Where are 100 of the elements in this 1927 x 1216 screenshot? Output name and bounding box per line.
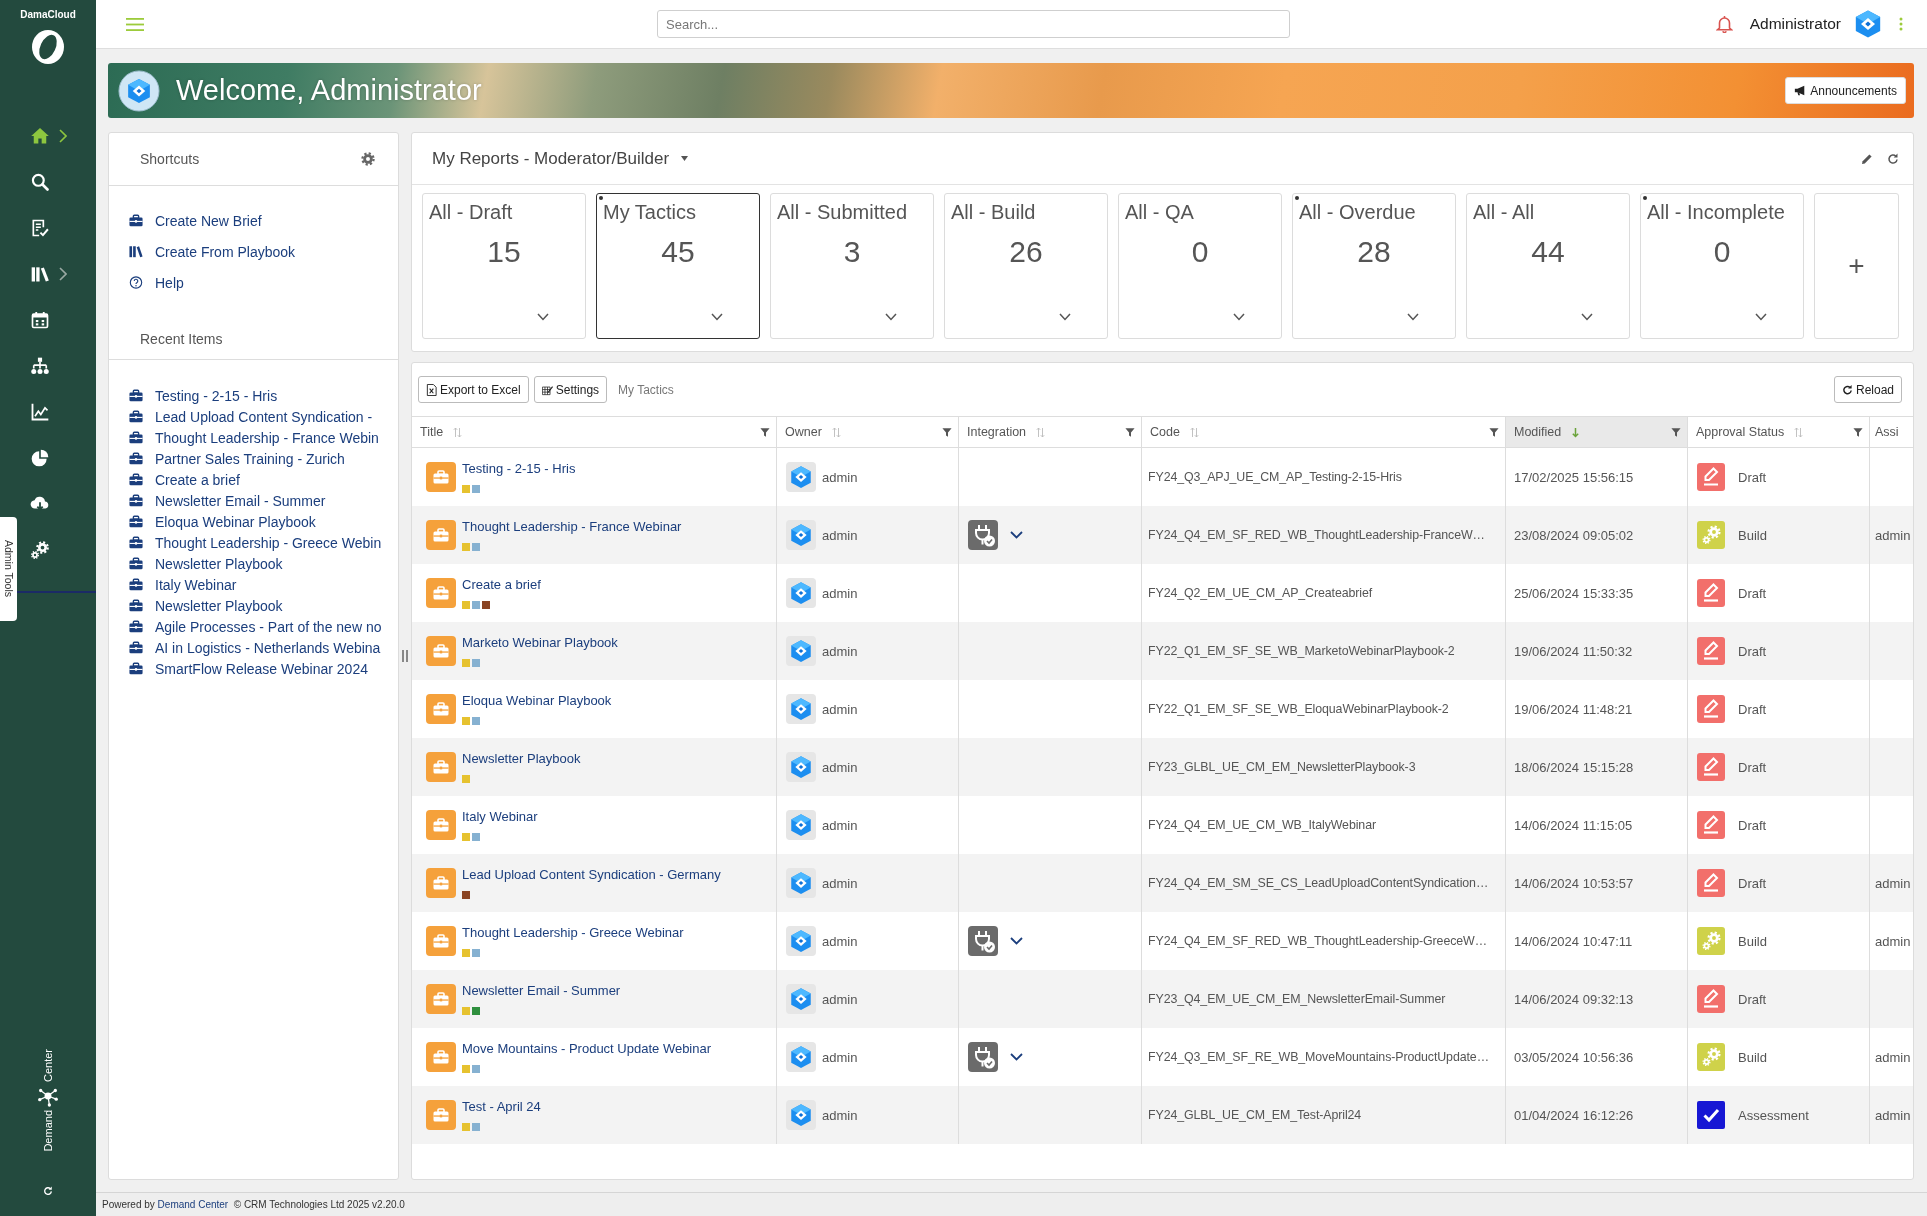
report-group-title[interactable]: My Reports - Moderator/Builder	[432, 148, 670, 169]
recent-item-link[interactable]: Newsletter Playbook	[155, 597, 283, 614]
tactic-title-link[interactable]: Lead Upload Content Syndication - Germany	[462, 867, 721, 883]
refresh-icon[interactable]	[1887, 152, 1899, 165]
caret-down-icon[interactable]	[681, 156, 689, 161]
chevron-down-icon[interactable]	[1407, 313, 1419, 321]
settings-button[interactable]: Settings	[533, 376, 608, 403]
search-field[interactable]: Search...	[657, 10, 1290, 38]
notification-bell-icon[interactable]	[1715, 15, 1733, 33]
tactic-title-link[interactable]: Move Mountains - Product Update Webinar	[462, 1041, 712, 1057]
filter-icon[interactable]	[1125, 426, 1135, 438]
tactic-title-link[interactable]: Newsletter Email - Summer	[462, 983, 621, 999]
table-row[interactable]: Marketo Webinar Playbook admin FY22_Q1_EM_SF_SE_WB_MarketoWebinarPlaybook-2 19/06/2024 11:50:32 Draft	[412, 622, 1913, 680]
user-avatar-icon[interactable]	[1853, 9, 1883, 39]
tactic-title-link[interactable]: Newsletter Playbook	[462, 751, 581, 767]
search-icon[interactable]	[30, 172, 50, 192]
tactic-title-link[interactable]: Eloqua Webinar Playbook	[462, 693, 612, 709]
column-header[interactable]: Modified	[1514, 425, 1562, 439]
chevron-down-icon[interactable]	[1755, 313, 1767, 321]
add-tile-button[interactable]: +	[1814, 193, 1899, 339]
tactic-title-link[interactable]: Thought Leadership - France Webinar	[462, 519, 682, 535]
filter-icon[interactable]	[1853, 426, 1863, 438]
chevron-down-icon[interactable]	[1059, 313, 1071, 321]
chevron-down-icon[interactable]	[1010, 1053, 1023, 1061]
books-icon[interactable]	[30, 264, 50, 284]
plug-check-icon[interactable]	[968, 1042, 998, 1072]
recent-item-link[interactable]: Italy Webinar	[155, 576, 237, 593]
chevron-right-icon[interactable]	[59, 129, 67, 143]
recent-item-link[interactable]: Testing - 2-15 - Hris	[155, 387, 278, 404]
column-header[interactable]: Owner	[785, 425, 822, 439]
table-row[interactable]: Thought Leadership - France Webinar admin FY24_Q4_EM_SF_RED_WB_ThoughtLeadership-FranceW… 23/08/2024 09:05:02 Build admin	[412, 506, 1913, 564]
export-button[interactable]: Export to Excel	[418, 376, 529, 403]
shortcut-link[interactable]: Create New Brief	[155, 212, 262, 229]
announcements-button[interactable]: Announcements	[1785, 77, 1906, 104]
column-header[interactable]: Assi	[1875, 425, 1899, 439]
filter-icon[interactable]	[1489, 426, 1499, 438]
settings-icon[interactable]	[361, 152, 375, 166]
pie-chart-icon[interactable]	[30, 448, 50, 468]
recent-item-link[interactable]: Newsletter Email - Summer	[155, 492, 326, 509]
report-tile[interactable]: My Tactics 45	[596, 193, 760, 339]
report-tile[interactable]: All - Incomplete 0	[1640, 193, 1804, 339]
chevron-down-icon[interactable]	[711, 313, 723, 321]
resize-grip-icon[interactable]	[402, 650, 408, 662]
recent-item-link[interactable]: AI in Logistics - Netherlands Webina	[155, 639, 381, 656]
recent-item-link[interactable]: SmartFlow Release Webinar 2024	[155, 660, 368, 677]
gears-icon[interactable]	[30, 540, 50, 560]
recent-item-link[interactable]: Create a brief	[155, 471, 240, 488]
recent-item-link[interactable]: Agile Processes - Part of the new no	[155, 618, 382, 635]
column-header[interactable]: Title	[420, 425, 444, 439]
chevron-down-icon[interactable]	[1010, 937, 1023, 945]
chevron-down-icon[interactable]	[1010, 531, 1023, 539]
tactic-title-link[interactable]: Testing - 2-15 - Hris	[462, 461, 576, 477]
tactic-title-link[interactable]: Italy Webinar	[462, 809, 538, 825]
checklist-icon[interactable]	[30, 218, 50, 238]
shortcut-link[interactable]: Create From Playbook	[155, 243, 296, 260]
reload-button[interactable]: Reload	[1833, 376, 1902, 403]
report-tile[interactable]: All - Draft 15	[422, 193, 586, 339]
admin-tools-tab[interactable]: Admin Tools	[0, 517, 17, 621]
brand-logo-icon[interactable]	[30, 29, 66, 65]
report-tile[interactable]: All - QA 0	[1118, 193, 1282, 339]
footer-link[interactable]: Demand Center	[157, 1199, 229, 1210]
shortcut-link[interactable]: Help	[155, 274, 184, 291]
chevron-down-icon[interactable]	[1233, 313, 1245, 321]
chevron-right-icon[interactable]	[59, 267, 67, 281]
tactic-title-link[interactable]: Create a brief	[462, 577, 541, 593]
report-tile[interactable]: All - All 44	[1466, 193, 1630, 339]
org-chart-icon[interactable]	[30, 356, 50, 376]
column-header[interactable]: Integration	[967, 425, 1027, 439]
filter-icon[interactable]	[760, 426, 770, 438]
table-row[interactable]: Lead Upload Content Syndication - Germany admin FY24_Q4_EM_SM_SE_CS_LeadUploadContentSyndication… 14/06/2024 10:53:57 Draft admin	[412, 854, 1913, 912]
tile-count: 0	[1191, 234, 1209, 270]
report-tile[interactable]: All - Submitted 3	[770, 193, 934, 339]
tactic-title-link[interactable]: Test - April 24	[462, 1099, 541, 1115]
chevron-down-icon[interactable]	[1581, 313, 1593, 321]
recent-item-link[interactable]: Lead Upload Content Syndication -	[155, 408, 373, 425]
tactic-title-link[interactable]: Thought Leadership - Greece Webinar	[462, 925, 684, 941]
recent-item-link[interactable]: Newsletter Playbook	[155, 555, 283, 572]
table-row[interactable]: Newsletter Email - Summer admin FY23_Q4_EM_UE_CM_EM_NewsletterEmail-Summer 14/06/2024 09:32:13 Draft	[412, 970, 1913, 1028]
chevron-down-icon[interactable]	[885, 313, 897, 321]
recent-item-link[interactable]: Thought Leadership - Greece Webin	[155, 534, 382, 551]
recent-item-link[interactable]: Thought Leadership - France Webin	[155, 429, 379, 446]
plug-check-icon[interactable]	[968, 926, 998, 956]
calendar-icon[interactable]	[30, 310, 50, 330]
pencil-icon[interactable]	[1861, 152, 1873, 165]
table-row[interactable]: Test - April 24 admin FY24_GLBL_UE_CM_EM_Test-April24 01/04/2024 16:12:26 Assessment admin	[412, 1086, 1913, 1144]
column-header[interactable]: Code	[1150, 425, 1180, 439]
filter-icon[interactable]	[1671, 426, 1681, 438]
recent-item-link[interactable]: Eloqua Webinar Playbook	[155, 513, 316, 530]
filter-icon[interactable]	[942, 426, 952, 438]
tactic-title-link[interactable]: Marketo Webinar Playbook	[462, 635, 618, 651]
user-name[interactable]: Administrator	[1749, 15, 1841, 33]
home-icon[interactable]	[30, 126, 50, 146]
chevron-down-icon[interactable]	[537, 313, 549, 321]
recent-item-link[interactable]: Partner Sales Training - Zurich	[155, 450, 345, 467]
report-tile[interactable]: All - Overdue 28	[1292, 193, 1456, 339]
table-row[interactable]: Newsletter Playbook admin FY23_GLBL_UE_CM_EM_NewsletterPlaybook-3 18/06/2024 15:15:28 Draft	[412, 738, 1913, 796]
column-header[interactable]: Approval Status	[1696, 425, 1785, 439]
report-tile[interactable]: All - Build 26	[944, 193, 1108, 339]
line-chart-icon[interactable]	[30, 402, 50, 422]
plug-check-icon[interactable]	[968, 520, 998, 550]
